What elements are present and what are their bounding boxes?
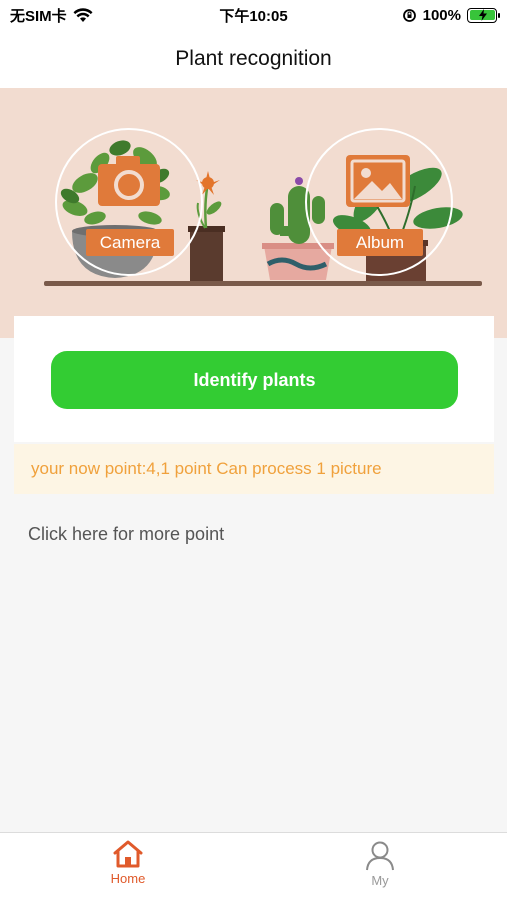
plants-banner: Camera Album (0, 88, 507, 338)
tab-home-label: Home (110, 871, 146, 886)
action-card: Identify plants (14, 316, 494, 442)
status-bar: 无SIM卡 下午10:05 100% (0, 0, 507, 30)
more-points-link[interactable]: Click here for more point (28, 524, 224, 545)
tab-home[interactable]: Home (88, 839, 168, 897)
status-left: 无SIM卡 (10, 5, 93, 26)
tab-bar: Home My (0, 832, 507, 900)
points-text: your now point:4,1 point Can process 1 p… (31, 459, 382, 478)
points-notice: your now point:4,1 point Can process 1 p… (14, 444, 494, 494)
battery-charging-icon (467, 7, 500, 23)
page-title: Plant recognition (175, 47, 332, 70)
battery-percent: 100% (422, 6, 461, 24)
home-icon (113, 840, 143, 868)
camera-button[interactable]: Camera (55, 128, 203, 276)
orientation-lock-icon (402, 8, 416, 22)
tab-my-label: My (371, 873, 389, 888)
status-right: 100% (402, 6, 500, 24)
album-icon (346, 155, 410, 207)
carrier-text: 无SIM卡 (10, 7, 67, 25)
wifi-icon (73, 7, 93, 22)
camera-icon (98, 156, 160, 206)
album-button[interactable]: Album (305, 128, 453, 276)
camera-label: Camera (86, 229, 174, 256)
tab-my[interactable]: My (340, 839, 420, 897)
album-label: Album (337, 229, 423, 256)
identify-plants-button[interactable]: Identify plants (51, 351, 458, 409)
user-icon (366, 841, 394, 871)
nav-bar: Plant recognition (0, 30, 507, 88)
